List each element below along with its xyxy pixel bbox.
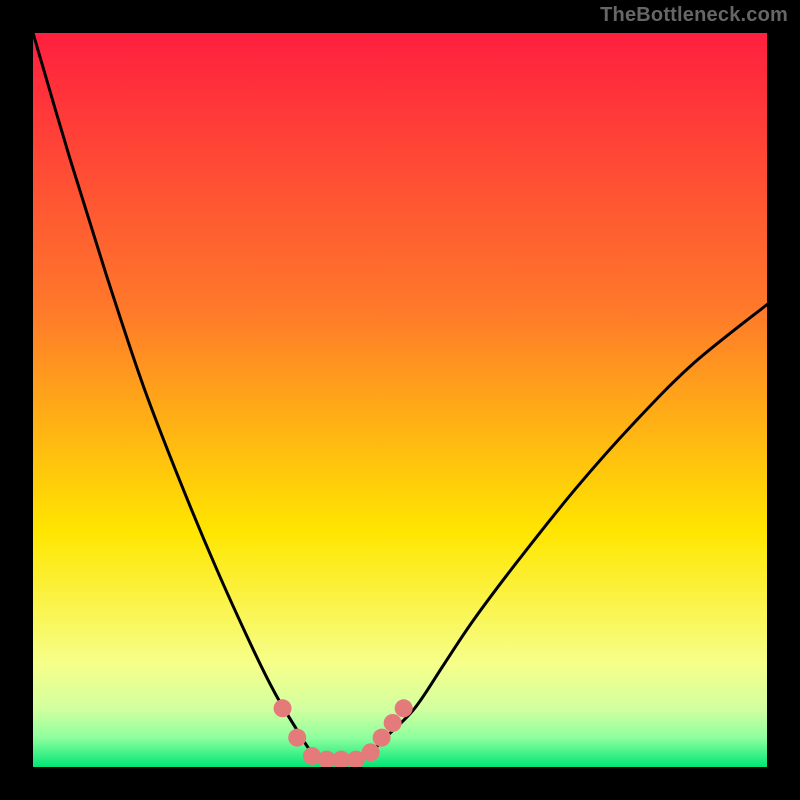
marker-right-shoulder-1 bbox=[373, 729, 391, 747]
marker-left-shoulder-bottom bbox=[288, 729, 306, 747]
marker-right-shoulder-2 bbox=[384, 714, 402, 732]
marker-right-shoulder-3 bbox=[395, 699, 413, 717]
watermark-label: TheBottleneck.com bbox=[600, 4, 788, 27]
plot-area bbox=[33, 33, 767, 767]
chart-frame: TheBottleneck.com bbox=[0, 0, 800, 800]
chart-svg bbox=[33, 33, 767, 767]
marker-trough-right bbox=[362, 743, 380, 761]
marker-left-shoulder-top bbox=[274, 699, 292, 717]
